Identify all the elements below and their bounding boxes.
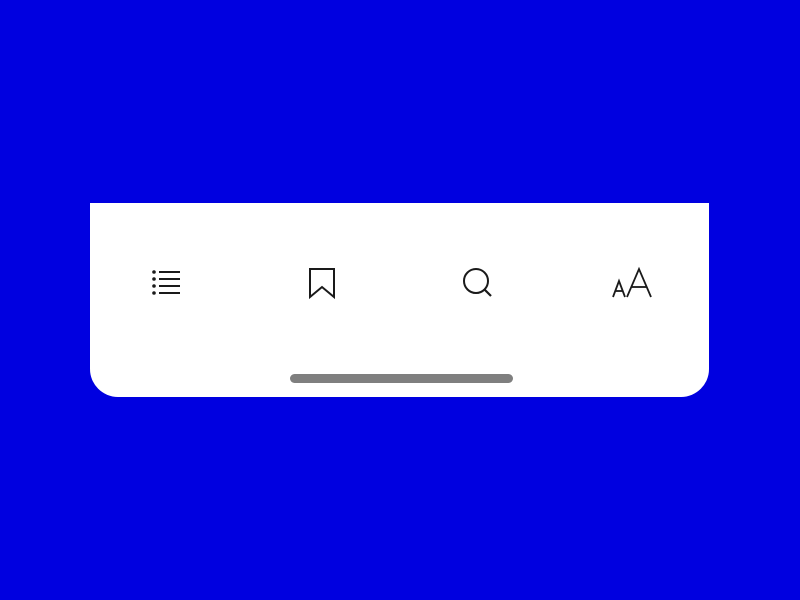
text-size-icon (610, 266, 654, 300)
search-button[interactable] (454, 259, 502, 307)
home-indicator[interactable] (290, 374, 513, 383)
list-icon (150, 267, 182, 299)
contents-button[interactable] (142, 259, 190, 307)
bottom-toolbar (90, 203, 709, 397)
bookmark-icon (306, 266, 338, 300)
search-icon (461, 266, 495, 300)
text-size-button[interactable] (608, 259, 656, 307)
bookmark-button[interactable] (298, 259, 346, 307)
